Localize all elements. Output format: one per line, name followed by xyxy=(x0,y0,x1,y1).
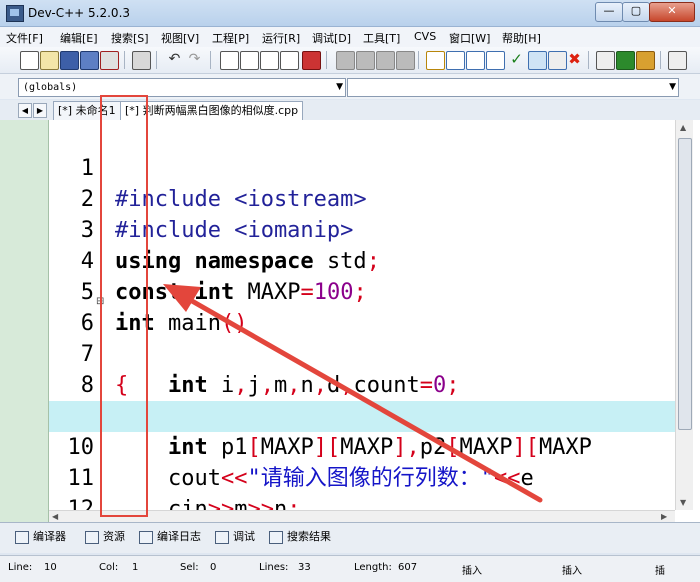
tab-resources[interactable]: 资源 xyxy=(82,528,128,546)
tab-compiler[interactable]: 编译器 xyxy=(12,528,69,546)
tab-label: 资源 xyxy=(103,530,125,543)
status-sel-value: 0 xyxy=(210,562,217,573)
tab-label: 编译日志 xyxy=(157,530,201,543)
status-lines-value: 33 xyxy=(298,562,311,573)
status-insert-mode-3: 插 xyxy=(655,566,665,577)
tab-label: 调试 xyxy=(233,530,255,543)
status-line-value: 10 xyxy=(44,562,57,573)
search-icon xyxy=(269,530,283,544)
status-length-label: Length: xyxy=(354,562,392,573)
status-length-value: 607 xyxy=(398,562,418,573)
annotation-arrow xyxy=(163,284,543,503)
status-col-label: Col: xyxy=(99,562,119,573)
status-insert-mode-2: 插入 xyxy=(562,566,582,577)
status-sel-label: Sel: xyxy=(180,562,199,573)
tab-label: 编译器 xyxy=(33,530,66,543)
chart-icon xyxy=(139,530,153,544)
grid-icon xyxy=(15,530,29,544)
status-bar: Line: 10 Col: 1 Sel: 0 Lines: 33 Length:… xyxy=(0,555,700,582)
status-col-value: 1 xyxy=(132,562,139,573)
tab-label: 搜索结果 xyxy=(287,530,331,543)
tab-search-results[interactable]: 搜索结果 xyxy=(266,528,334,546)
resource-icon xyxy=(85,530,99,544)
status-lines-label: Lines: xyxy=(259,562,289,573)
status-line-label: Line: xyxy=(8,562,33,573)
status-insert-mode: 插入 xyxy=(462,566,482,577)
tab-compile-log[interactable]: 编译日志 xyxy=(136,528,204,546)
bottom-panel-tabs: 编译器 资源 编译日志 调试 搜索结果 xyxy=(0,522,700,553)
check-icon xyxy=(215,530,229,544)
tab-debug[interactable]: 调试 xyxy=(212,528,258,546)
